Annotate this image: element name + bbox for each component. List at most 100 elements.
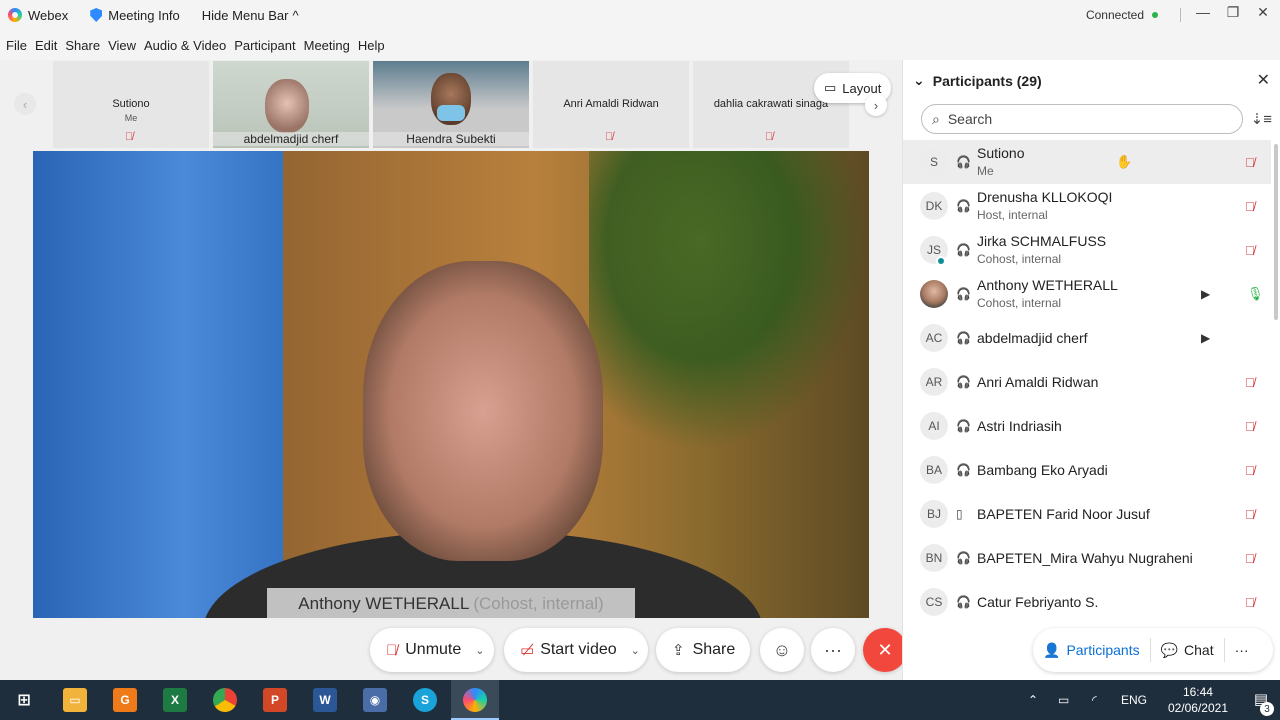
leave-meeting-icon[interactable]: ✕ [863,628,907,672]
windows-start-icon[interactable]: ⊞ [12,688,36,712]
mic-muted-icon[interactable]: 🎙̸ [1245,595,1255,610]
word-icon[interactable]: W [313,688,337,712]
thumbnail-haendra-subekti[interactable]: Haendra Subekti [373,61,529,148]
chat-bubble-icon: 💬 [1160,641,1179,658]
webex-taskbar-icon[interactable] [463,688,487,712]
thumbnail-name: abdelmadjid cherf [213,132,369,146]
hide-menu-bar-button[interactable]: Hide Menu Bar ^ [202,8,299,23]
mic-muted-icon[interactable]: 🎙̸ [1245,375,1255,390]
participant-role: Cohost, internal [977,296,1062,310]
ppt-icon[interactable]: P [263,688,287,712]
more-options-icon[interactable]: ··· [811,628,855,672]
menu-meeting[interactable]: Meeting [304,38,350,53]
search-placeholder: Search [947,111,993,127]
participant-row[interactable]: JS 🎧 Jirka SCHMALFUSS Cohost, internal 🎙… [903,228,1271,272]
participant-row[interactable]: BN 🎧 BAPETEN_Mira Wahyu Nugraheni 🎙̸ [903,536,1271,580]
headset-icon: 🎧 [956,419,971,433]
close-panel-icon[interactable]: ✕ [1257,70,1270,90]
start-video-button[interactable]: ▭̸ Start video ⌄ [504,628,648,672]
language-indicator[interactable]: ENG [1121,680,1147,720]
raise-hand-icon[interactable]: ✋ [1116,154,1132,170]
sort-icon[interactable]: ⇣≡ [1251,110,1272,128]
speaker-head [363,261,603,561]
start-video-label: Start video [540,641,617,658]
chevron-down-icon[interactable]: ⌄ [475,644,484,657]
thumbnail-anri-amaldi-ridwan[interactable]: Anri Amaldi Ridwan 🎙̸ [533,61,689,148]
headset-icon: 🎧 [956,463,971,477]
avatar [920,280,948,308]
participant-row[interactable]: DK 🎧 Drenusha KLLOKOQI Host, internal 🎙̸ [903,184,1271,228]
headset-icon: 🎧 [956,243,971,257]
app-icon[interactable]: ◉ [363,688,387,712]
chat-tab[interactable]: 💬 Chat [1151,628,1224,672]
participant-list-scrollbar[interactable] [1274,144,1278,320]
menu-edit[interactable]: Edit [35,38,57,53]
participant-row[interactable]: BA 🎧 Bambang Eko Aryadi 🎙̸ [903,448,1271,492]
participant-row[interactable]: AC 🎧 abdelmadjid cherf ▶ [903,316,1271,360]
divider [1180,8,1181,22]
thumbnail-name: Sutiono [112,98,150,110]
strip-prev-arrow-icon[interactable]: ‹ [14,93,36,115]
participant-name: Anri Amaldi Ridwan [977,374,1099,390]
thumbnail-sutiono[interactable]: Sutiono Me 🎙̸ [53,61,209,148]
participants-panel: ⌄ Participants (29) ✕ ⌕ Search ⇣≡ S 🎧 Su… [902,60,1280,680]
participant-row[interactable]: CS 🎧 Catur Febriyanto S. 🎙̸ [903,580,1271,624]
participant-name: Bambang Eko Aryadi [977,462,1108,478]
phone-icon: ▯ [956,507,963,521]
mic-muted-icon: 🎙̸ [765,131,774,143]
strip-next-arrow-icon[interactable]: › [865,94,887,116]
thumbnail-abdelmadjid-cherf[interactable]: abdelmadjid cherf [213,61,369,148]
chevron-down-icon[interactable]: ⌄ [631,644,640,657]
mic-muted-icon[interactable]: 🎙̸ [1245,243,1255,258]
app-name: Webex [28,7,69,23]
maximize-icon[interactable]: ❐ [1220,4,1246,21]
reactions-icon[interactable]: ☺ [760,628,804,672]
wifi-icon[interactable]: ◜ [1092,680,1097,720]
mic-active-icon[interactable]: 🎙 [1247,286,1264,302]
share-icon: ⇪ [672,642,685,659]
mic-muted-icon[interactable]: 🎙̸ [1245,507,1255,522]
app-s-icon[interactable]: S [413,688,437,712]
menu-participant[interactable]: Participant [234,38,295,53]
mic-muted-icon[interactable]: 🎙̸ [1245,463,1255,478]
menu-help[interactable]: Help [358,38,385,53]
unmute-button[interactable]: 🎙̸ Unmute ⌄ [370,628,494,672]
participant-row[interactable]: AI 🎧 Astri Indriasih 🎙̸ [903,404,1271,448]
menu-file[interactable]: File [6,38,27,53]
unmute-label: Unmute [405,641,462,658]
avatar: DK [920,192,948,220]
menu-audio-video[interactable]: Audio & Video [144,38,226,53]
app-title: Webex [8,8,68,23]
mic-muted-icon[interactable]: 🎙̸ [1245,419,1255,434]
avatar: BJ [920,500,948,528]
participant-row[interactable]: S 🎧 Sutiono Me ✋ 🎙̸ [903,140,1271,184]
participant-name: Drenusha KLLOKOQI [977,189,1113,205]
menu-view[interactable]: View [108,38,136,53]
participant-row[interactable]: 🎧 Anthony WETHERALL Cohost, internal ▶ 🎙 [903,272,1271,316]
mic-muted-icon[interactable]: 🎙̸ [1245,155,1255,170]
close-window-icon[interactable]: ✕ [1250,4,1276,21]
participant-row[interactable]: AR 🎧 Anri Amaldi Ridwan 🎙̸ [903,360,1271,404]
meeting-info-button[interactable]: Meeting Info [90,8,180,23]
participants-tab[interactable]: 👤 Participants [1033,628,1150,672]
video-off-icon: ▭̸ [520,642,535,659]
battery-icon[interactable]: ▭ [1058,680,1069,720]
tray-chevron-icon[interactable]: ⌃ [1028,680,1038,720]
participant-search-input[interactable]: ⌕ Search [921,104,1243,134]
file-explorer-icon[interactable]: ▭ [63,688,87,712]
mic-muted-icon: 🎙̸ [125,131,134,143]
clock[interactable]: 16:44 02/06/2021 [1168,684,1228,716]
minimize-icon[interactable]: — [1190,4,1216,20]
participant-row[interactable]: BJ ▯ BAPETEN Farid Noor Jusuf 🎙̸ [903,492,1271,536]
participant-role: Me [977,164,994,178]
panel-more-icon[interactable]: ··· [1225,628,1259,672]
mic-muted-icon[interactable]: 🎙̸ [1245,199,1255,214]
menu-share[interactable]: Share [65,38,100,53]
app-g-icon[interactable]: G [113,688,137,712]
speaker-caption: Anthony WETHERALL (Cohost, internal) [267,588,635,618]
excel-icon[interactable]: X [163,688,187,712]
collapse-chevron-icon[interactable]: ⌄ [913,72,925,89]
share-button[interactable]: ⇪ Share [656,628,750,672]
chrome-icon[interactable] [213,688,237,712]
mic-muted-icon[interactable]: 🎙̸ [1245,551,1255,566]
